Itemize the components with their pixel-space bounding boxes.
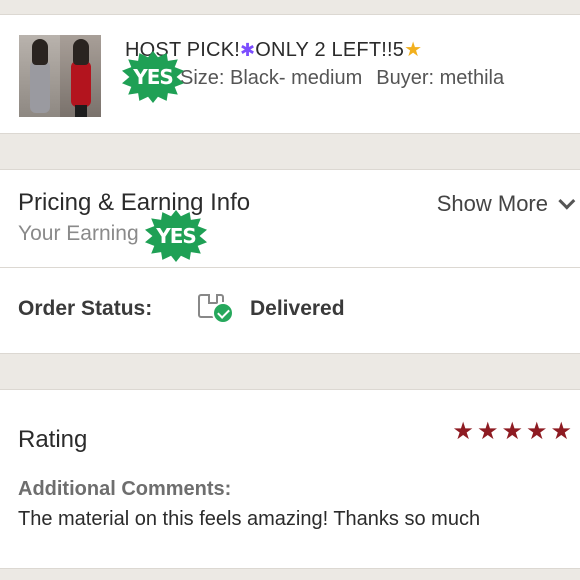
pricing-title: Pricing & Earning Info: [18, 189, 251, 216]
star-icon: ★: [550, 418, 572, 445]
order-status-value: Delivered: [250, 297, 345, 320]
rating-label: Rating: [18, 426, 88, 453]
item-size: Size: Black- medium: [180, 67, 363, 89]
item-title[interactable]: HOST PICK!✱ONLY 2 LEFT!!5★: [125, 37, 422, 62]
star-icon: ★: [525, 418, 548, 445]
show-more-label: Show More: [436, 191, 548, 216]
delivered-box-icon: [196, 290, 236, 326]
party-popper-icon: ✱: [240, 40, 256, 60]
pricing-subtitle: Your Earning: [18, 222, 139, 245]
order-status-label: Order Status:: [18, 297, 153, 320]
chevron-down-icon: [558, 192, 576, 210]
pricing-earning-card: Pricing & Earning Info Your Earning Show…: [0, 169, 580, 268]
thumbnail-grey-dress: [19, 35, 60, 117]
additional-comments-text: The material on this feels amazing! Than…: [18, 508, 481, 530]
yes-sticker-text: YES: [156, 224, 197, 248]
star-icon: ★: [476, 418, 499, 445]
yes-sticker-text: YES: [133, 65, 174, 89]
star-icon: ★: [404, 39, 423, 61]
item-buyer: Buyer: methila: [376, 67, 505, 89]
order-status-card: Order Status: Delivered: [0, 268, 580, 354]
show-more-button[interactable]: Show More: [436, 191, 576, 217]
star-icon: ★: [501, 418, 523, 445]
order-item-card: HOST PICK!✱ONLY 2 LEFT!!5★ Size: Black- …: [0, 14, 580, 134]
thumbnail-red-dress: [60, 35, 101, 117]
additional-comments-label: Additional Comments:: [18, 478, 232, 500]
rating-stars: ★ ★ ★ ★ ★: [452, 420, 572, 444]
item-meta: Size: Black- medium Buyer: methila: [180, 67, 504, 90]
star-icon: ★: [452, 418, 474, 445]
product-thumbnail[interactable]: [19, 35, 101, 117]
rating-card: Rating ★ ★ ★ ★ ★ Additional Comments: Th…: [0, 389, 580, 569]
item-title-part2: ONLY 2 LEFT!!5: [255, 39, 405, 61]
